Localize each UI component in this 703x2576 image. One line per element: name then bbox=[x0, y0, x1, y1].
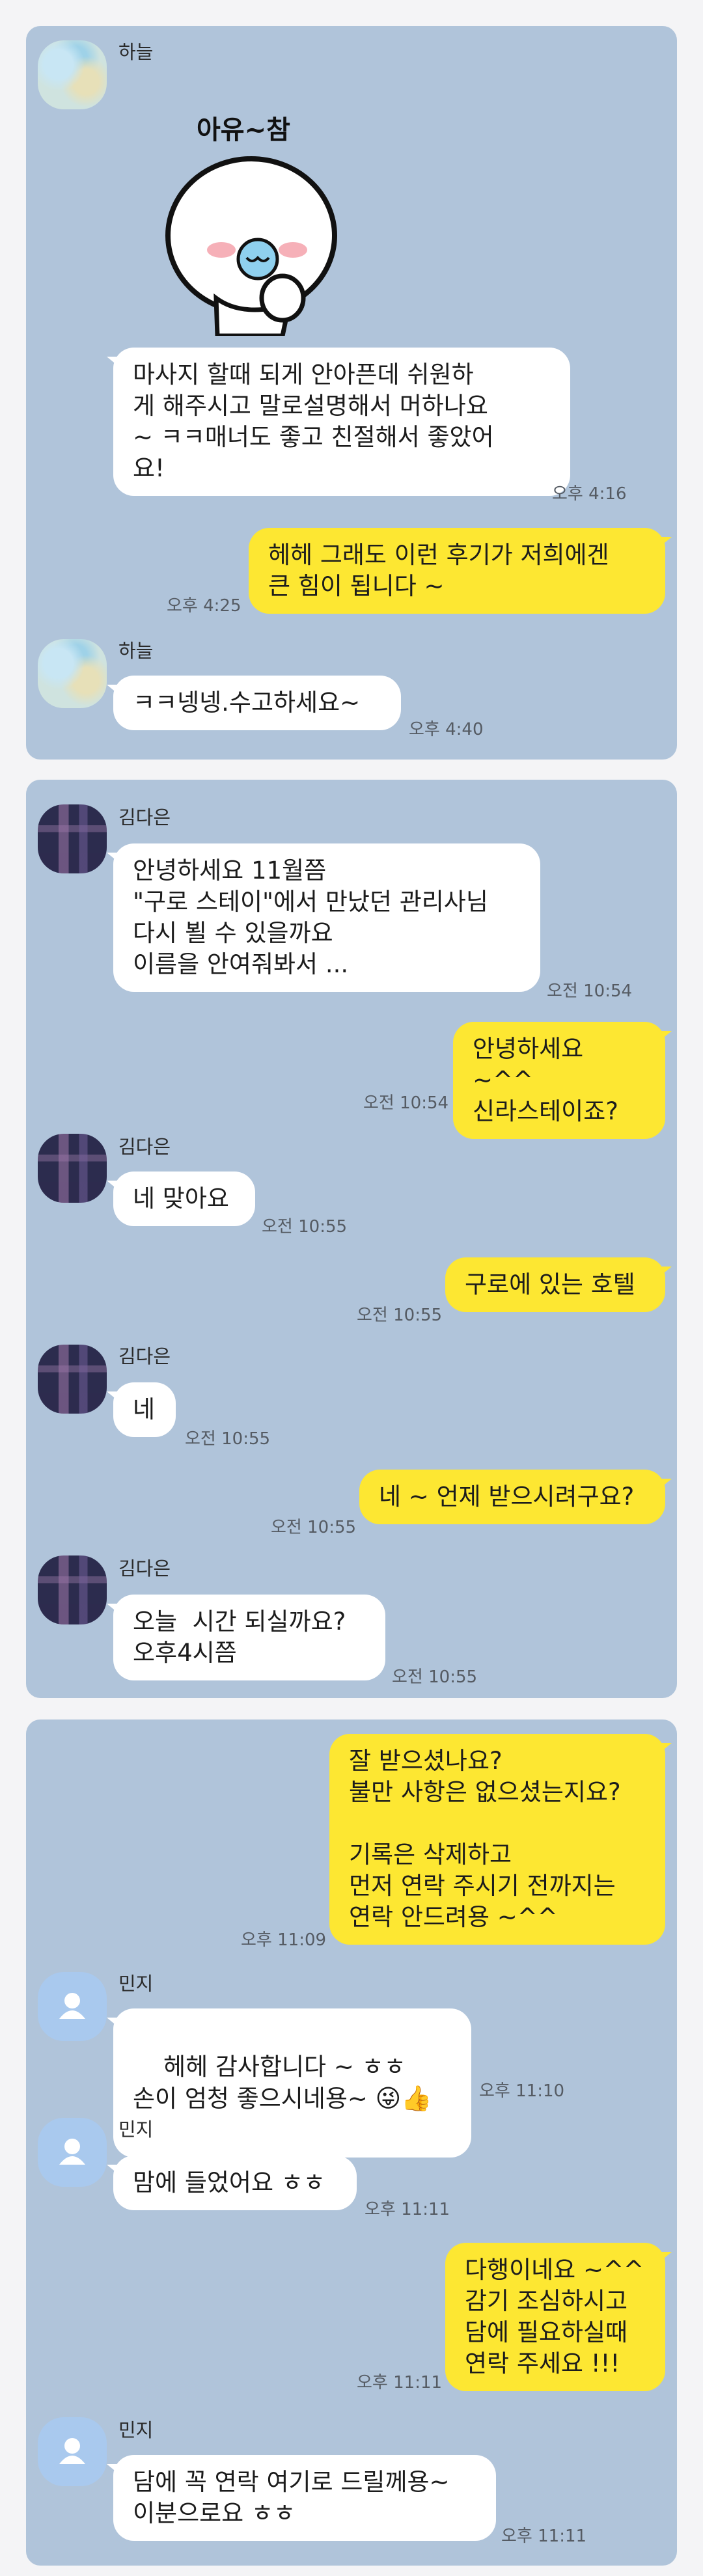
default-person-avatar-icon[interactable] bbox=[38, 2118, 107, 2187]
message-bubble-incoming[interactable]: 네 bbox=[107, 1382, 176, 1437]
avatar-haneul[interactable] bbox=[38, 40, 107, 109]
sender-name: 김다은 bbox=[118, 1136, 171, 1158]
chat-screenshot-1: 하늘 아유~참 마사지 할때 되게 안아픈데 쉬원하 게 해주시고 말로설명해서… bbox=[26, 26, 677, 760]
message-bubble-incoming[interactable]: 맘에 들었어요 ㅎㅎ bbox=[107, 2156, 357, 2210]
message-bubble-incoming[interactable]: 안녕하세요 11월쯤 "구로 스테이"에서 만났던 관리사님 다시 뵐 수 있을… bbox=[107, 843, 540, 992]
sender-name: 김다은 bbox=[118, 1557, 171, 1580]
message-time: 오전 10:54 bbox=[547, 981, 633, 1001]
default-person-avatar-icon[interactable] bbox=[38, 1972, 107, 2041]
message-time: 오전 10:55 bbox=[271, 1518, 357, 1537]
chat-screenshot-2: 김다은 안녕하세요 11월쯤 "구로 스테이"에서 만났던 관리사님 다시 뵐 … bbox=[26, 780, 677, 1698]
message-bubble-outgoing[interactable]: 다행이네요 ~^^ 감기 조심하시고 담에 필요하실때 연락 주세요 !!! bbox=[445, 2243, 672, 2391]
default-person-avatar-icon[interactable] bbox=[38, 2417, 107, 2486]
message-bubble-incoming[interactable]: 오늘 시간 되실까요? 오후4시쯤 bbox=[107, 1595, 385, 1680]
avatar-haneul[interactable] bbox=[38, 639, 107, 708]
message-bubble-incoming[interactable]: 담에 꼭 연락 여기로 드릴께용~ 이분으로요 ㅎㅎ bbox=[107, 2455, 496, 2541]
message-time: 오전 10:55 bbox=[262, 1217, 348, 1237]
message-time: 오전 10:54 bbox=[363, 1093, 449, 1113]
avatar-kimdaeun[interactable] bbox=[38, 804, 107, 873]
wink-tongue-thumbs-up-emoji: 😜👍 bbox=[375, 2084, 432, 2113]
sender-name: 민지 bbox=[118, 1973, 154, 1995]
message-time: 오후 11:11 bbox=[357, 2373, 443, 2392]
message-time: 오후 11:10 bbox=[479, 2081, 565, 2101]
message-bubble-incoming[interactable]: ㅋㅋ넹넹.수고하세요~ bbox=[107, 676, 401, 730]
sender-name: 하늘 bbox=[118, 41, 154, 63]
message-time: 오전 10:55 bbox=[185, 1429, 271, 1449]
sticker: 아유~참 bbox=[159, 85, 367, 345]
message-bubble-outgoing[interactable]: 안녕하세요 ~^^ 신라스테이죠? bbox=[453, 1022, 672, 1139]
message-text: 헤헤 감사합니다 ~ ㅎㅎ 손이 엄청 좋으시네용~ bbox=[133, 2053, 406, 2113]
avatar-kimdaeun[interactable] bbox=[38, 1134, 107, 1203]
message-bubble-outgoing[interactable]: 잘 받으셨나요? 불만 사항은 없으셨는지요? 기록은 삭제하고 먼저 연락 주… bbox=[329, 1734, 672, 1945]
message-bubble-incoming[interactable]: 헤헤 감사합니다 ~ ㅎㅎ 손이 엄청 좋으시네용~ 😜👍 bbox=[107, 2008, 471, 2158]
chat-screenshot-3: 잘 받으셨나요? 불만 사항은 없으셨는지요? 기록은 삭제하고 먼저 연락 주… bbox=[26, 1720, 677, 2566]
message-time: 오후 11:09 bbox=[241, 1930, 327, 1950]
message-bubble-outgoing[interactable]: 네 ~ 언제 받으시려구요? bbox=[359, 1470, 672, 1524]
message-time: 오후 11:11 bbox=[365, 2200, 450, 2219]
sender-name: 민지 bbox=[118, 2118, 154, 2141]
sender-name: 김다은 bbox=[118, 1345, 171, 1367]
message-time: 오후 11:11 bbox=[501, 2527, 587, 2546]
message-bubble-incoming[interactable]: 네 맞아요 bbox=[107, 1172, 255, 1226]
sender-name: 하늘 bbox=[118, 640, 154, 662]
avatar-kimdaeun[interactable] bbox=[38, 1555, 107, 1624]
sender-name: 김다은 bbox=[118, 806, 171, 829]
message-time: 오후 4:25 bbox=[167, 596, 241, 616]
message-time: 오후 4:16 bbox=[552, 484, 627, 504]
sender-name: 민지 bbox=[118, 2419, 154, 2441]
message-time: 오전 10:55 bbox=[357, 1306, 443, 1325]
message-time: 오전 10:55 bbox=[392, 1667, 478, 1687]
message-bubble-outgoing[interactable]: 헤헤 그래도 이런 후기가 저희에겐 큰 힘이 됩니다 ~ bbox=[249, 528, 672, 614]
avatar-kimdaeun[interactable] bbox=[38, 1345, 107, 1414]
message-bubble-incoming[interactable]: 마사지 할때 되게 안아픈데 쉬원하 게 해주시고 말로설명해서 머하나요 ~ … bbox=[107, 348, 570, 496]
message-time: 오후 4:40 bbox=[409, 720, 484, 739]
message-bubble-outgoing[interactable]: 구로에 있는 호텔 bbox=[445, 1257, 672, 1312]
sticker-text: 아유~참 bbox=[197, 115, 290, 145]
white-face-sticker-icon bbox=[165, 156, 337, 336]
